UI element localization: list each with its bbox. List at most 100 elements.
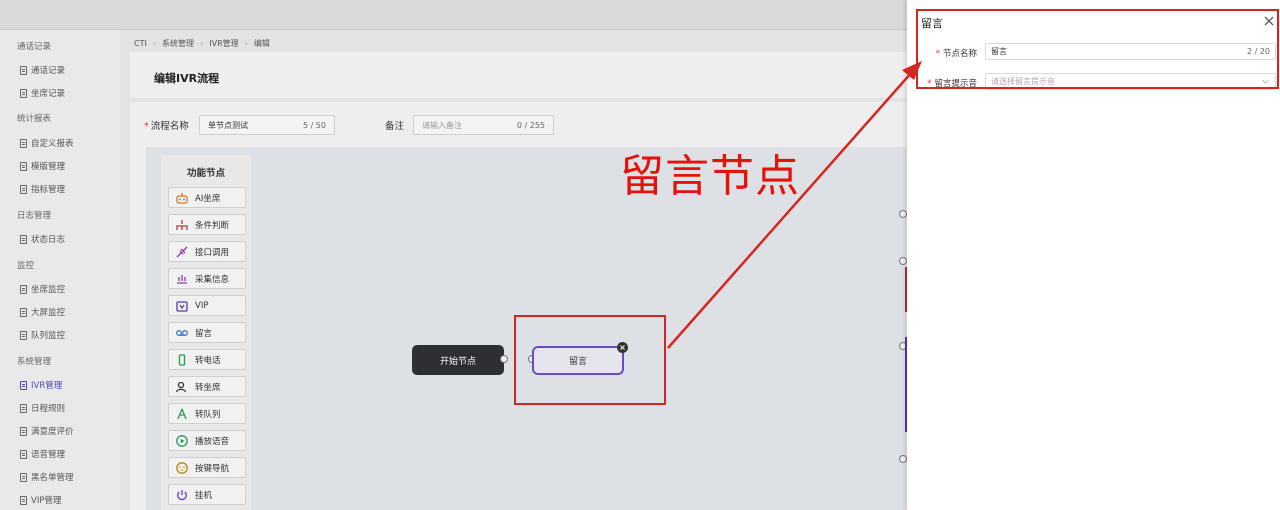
- sidebar-item-label: 坐席记录: [31, 89, 66, 99]
- breadcrumb-edit: 编辑: [253, 39, 270, 48]
- sidebar: 通话记录 通话记录 坐席记录 统计报表 自定义报表 模版管理 指标管理 日志管理…: [0, 30, 120, 510]
- sidebar-item-blacklist[interactable]: 黑名单管理: [20, 471, 74, 483]
- sidebar-item-queue-monitor[interactable]: 队列监控: [20, 329, 65, 341]
- sidebar-item-call-records[interactable]: 通话记录: [20, 64, 65, 76]
- node-port[interactable]: [899, 455, 907, 463]
- palette-item-label: 转坐席: [195, 382, 221, 393]
- palette-item-label: 按键导航: [195, 463, 230, 474]
- breadcrumb-ivr[interactable]: IVR管理: [209, 38, 238, 49]
- palette-item-phone[interactable]: 转电话: [168, 349, 246, 370]
- sidebar-item-vip[interactable]: VIP管理: [20, 494, 61, 506]
- document-icon: [20, 426, 27, 436]
- sidebar-item-label: 模版管理: [31, 162, 66, 172]
- document-icon: [20, 330, 27, 340]
- breadcrumb-system[interactable]: 系统管理: [162, 38, 194, 49]
- sidebar-item-agent-records[interactable]: 坐席记录: [20, 87, 65, 99]
- sidebar-item-label: 满意度评价: [31, 427, 74, 437]
- chevron-right-icon: ›: [244, 39, 248, 48]
- palette-item-label: 播放语音: [195, 436, 230, 447]
- palette-item-label: 转队列: [195, 409, 221, 420]
- flow-name-label: * 流程名称: [144, 121, 189, 132]
- document-icon: [20, 161, 27, 171]
- start-node[interactable]: 开始节点: [412, 345, 504, 375]
- sidebar-item-label: 队列监控: [31, 331, 66, 341]
- phone-icon: [178, 353, 186, 366]
- node-port[interactable]: [899, 257, 907, 265]
- keypad-icon: [176, 461, 188, 474]
- sidebar-group-logs: 日志管理: [17, 211, 52, 221]
- palette-item-collect[interactable]: 采集信息: [168, 268, 246, 289]
- page-title: 编辑IVR流程: [154, 72, 220, 85]
- queue-icon: [177, 408, 187, 419]
- palette-item-queue[interactable]: 转队列: [168, 403, 246, 424]
- sidebar-group-monitor: 监控: [17, 261, 35, 271]
- close-icon[interactable]: [1262, 14, 1276, 28]
- annotation-box-node: [514, 315, 666, 405]
- sidebar-item-label: 日程规则: [31, 404, 66, 414]
- sidebar-group-system: 系统管理: [17, 357, 52, 367]
- collect-icon: [177, 274, 187, 284]
- sidebar-group-call-records: 通话记录: [17, 42, 52, 52]
- document-icon: [20, 307, 27, 317]
- palette-item-hangup[interactable]: 挂机: [168, 484, 246, 505]
- node-name-input[interactable]: 留言 2 / 20: [985, 43, 1276, 60]
- sidebar-item-label: 黑名单管理: [31, 473, 74, 483]
- start-node-port[interactable]: [500, 355, 508, 363]
- sidebar-item-agent-monitor[interactable]: 坐席监控: [20, 283, 65, 295]
- palette-item-api[interactable]: 接口调用: [168, 241, 246, 262]
- document-icon: [20, 403, 27, 413]
- palette-item-label: 采集信息: [195, 274, 230, 285]
- palette-item-voicemail[interactable]: 留言: [168, 322, 246, 343]
- palette-item-label: 挂机: [195, 490, 213, 501]
- document-icon: [20, 284, 27, 294]
- palette-item-vip[interactable]: VIP: [168, 295, 246, 316]
- sidebar-item-schedule[interactable]: 日程规则: [20, 402, 65, 414]
- palette-item-label: 转电话: [195, 355, 221, 366]
- branch-icon: [176, 219, 188, 230]
- prompt-label: * 留言提示音: [927, 79, 977, 89]
- breadcrumb: CTI › 系统管理 › IVR管理 › 编辑: [134, 38, 270, 49]
- palette-item-condition[interactable]: 条件判断: [168, 214, 246, 235]
- sidebar-item-metrics[interactable]: 指标管理: [20, 183, 65, 195]
- sidebar-group-reports: 统计报表: [17, 114, 52, 124]
- chevron-down-icon: [1262, 79, 1269, 84]
- sidebar-item-label: VIP管理: [31, 496, 62, 506]
- sidebar-item-ivr[interactable]: IVR管理: [20, 379, 62, 391]
- prompt-select[interactable]: 请选择留言提示音: [985, 73, 1276, 90]
- top-bar: [0, 0, 907, 30]
- sidebar-item-label: 状态日志: [31, 235, 66, 245]
- sidebar-item-template[interactable]: 模版管理: [20, 160, 65, 172]
- sidebar-item-label: 指标管理: [31, 185, 66, 195]
- document-icon: [20, 65, 27, 75]
- sidebar-item-voice[interactable]: 语音管理: [20, 448, 65, 460]
- sidebar-item-screen-monitor[interactable]: 大屏监控: [20, 306, 65, 318]
- remark-label: 备注: [385, 121, 405, 132]
- node-name-label: * 节点名称: [935, 49, 977, 59]
- palette-item-agent[interactable]: 转坐席: [168, 376, 246, 397]
- drawer-title: 留言: [921, 17, 943, 30]
- document-icon: [20, 495, 27, 505]
- agent-icon: [175, 381, 187, 392]
- palette-item-label: VIP: [195, 300, 209, 311]
- sidebar-item-custom-report[interactable]: 自定义报表: [20, 137, 74, 149]
- breadcrumb-cti[interactable]: CTI: [134, 39, 147, 48]
- palette-item-ai-agent[interactable]: AI坐席: [168, 187, 246, 208]
- remark-input[interactable]: 请输入备注 0 / 255: [413, 115, 554, 135]
- voicemail-icon: [176, 329, 188, 336]
- palette-item-keypad[interactable]: 按键导航: [168, 457, 246, 478]
- sidebar-item-status-log[interactable]: 状态日志: [20, 233, 65, 245]
- sidebar-item-label: 通话记录: [31, 66, 66, 76]
- palette-item-play-voice[interactable]: 播放语音: [168, 430, 246, 451]
- palette-item-label: 接口调用: [195, 247, 230, 258]
- document-icon: [20, 449, 27, 459]
- node-palette: 功能节点 AI坐席 条件判断 接口调用 采集信息 VIP 留言 转电话 转坐席 …: [161, 155, 251, 510]
- property-drawer: 留言 * 节点名称 留言 2 / 20 * 留言提示音 请选择留言提示音: [907, 0, 1280, 510]
- document-icon: [20, 234, 27, 244]
- node-port[interactable]: [899, 210, 907, 218]
- play-icon: [176, 434, 188, 447]
- sidebar-item-satisfaction[interactable]: 满意度评价: [20, 425, 74, 437]
- flow-name-input[interactable]: 单节点测试 5 / 50: [199, 115, 335, 135]
- sidebar-item-label: 语音管理: [31, 450, 66, 460]
- document-icon: [20, 472, 27, 482]
- plug-icon: [176, 246, 188, 257]
